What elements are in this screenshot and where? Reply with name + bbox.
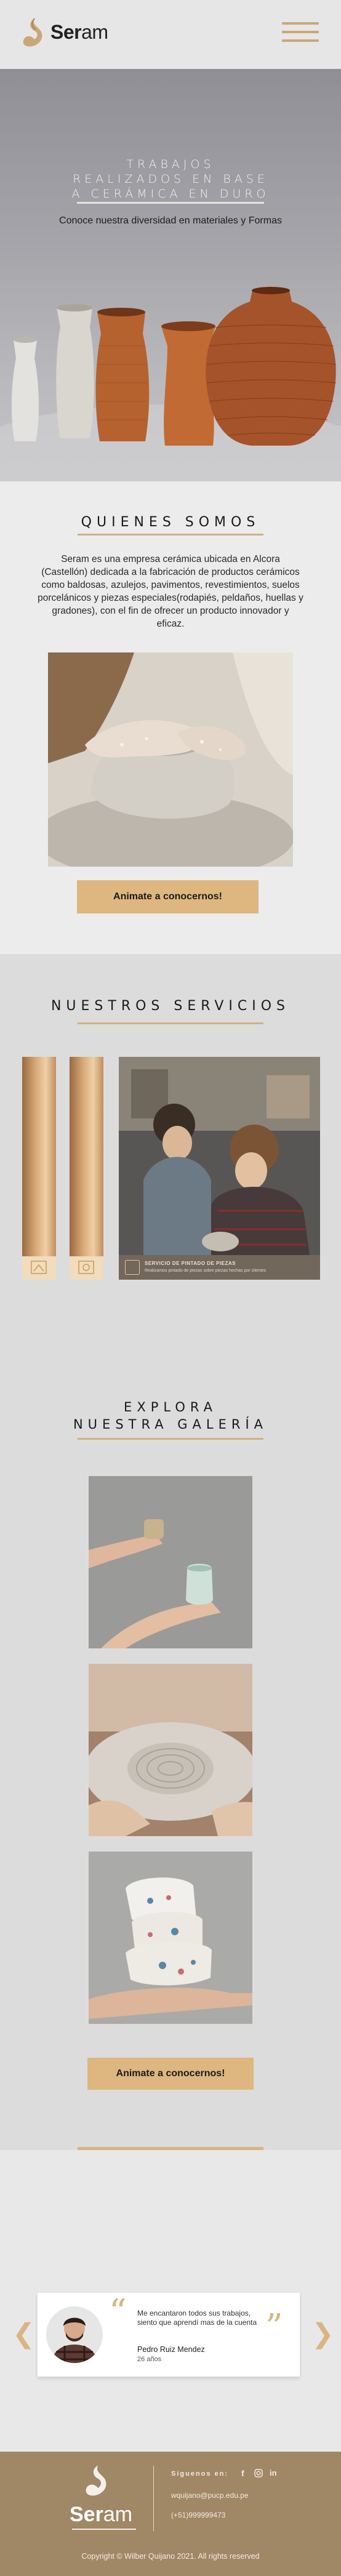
testimonial-card: “ ” Me encantaron todos sus trabajos, si… [38, 2293, 300, 2377]
testimonial-name: Pedro Ruiz Mendez [137, 2345, 205, 2354]
footer-follow-label: Siguenos en: [171, 2470, 229, 2478]
footer-email[interactable]: wquijano@pucp.edu.pe [171, 2491, 249, 2500]
service-card-expanded[interactable]: SERVICIO DE PINTADO DE PIEZAS Realizamos… [119, 1057, 320, 1280]
gallery-cta-button[interactable]: Animate a conocernos! [87, 2058, 254, 2090]
gallery-title: EXPLORA NUESTRA GALERÍA [73, 1400, 268, 1432]
service-card-text: Realizamos pintado de piezas sobre pieza… [145, 1269, 267, 1273]
service-card-collapsed[interactable] [22, 1057, 56, 1256]
services-title: NUESTROS SERVICIOS [50, 998, 291, 1014]
hero-subtitle: Conoce nuestra diversidad en materiales … [59, 215, 282, 226]
vases-illustration [0, 287, 341, 481]
service-card-collapsed[interactable] [70, 1057, 103, 1256]
instagram-icon[interactable] [254, 2469, 263, 2478]
gallery-image[interactable] [89, 1664, 252, 1836]
avatar [46, 2306, 103, 2363]
chevron-left-icon[interactable]: ❮ [12, 2321, 35, 2348]
service-card-collapsed-footer[interactable] [70, 1256, 103, 1280]
service-card-icon [78, 1261, 94, 1274]
brand-name[interactable]: Seram [50, 21, 108, 44]
about-cta-button[interactable]: Animate a conocernos! [77, 880, 259, 913]
paint-icon [125, 1260, 140, 1275]
hero-banner [0, 69, 341, 481]
linkedin-icon[interactable]: in [270, 2468, 277, 2478]
service-card-icon [31, 1261, 47, 1274]
about-title: QUIENES SOMOS [81, 515, 260, 530]
footer-logo-icon[interactable] [81, 2463, 112, 2497]
footer-copyright: Copyright © Wilber Quijano 2021. All rig… [81, 2552, 260, 2561]
service-card-footer: SERVICIO DE PINTADO DE PIEZAS Realizamos… [119, 1255, 320, 1280]
service-card-collapsed-footer[interactable] [22, 1256, 56, 1280]
service-card-title: SERVICIO DE PINTADO DE PIEZAS [145, 1261, 236, 1266]
footer-divider [153, 2466, 154, 2531]
about-divider [78, 534, 263, 536]
quote-open-icon: “ [109, 2292, 127, 2332]
quote-close-icon: ” [265, 2307, 283, 2347]
gallery-image[interactable] [89, 1852, 252, 2024]
gallery-image[interactable] [89, 1476, 252, 1648]
testimonial-age: 26 años [137, 2356, 162, 2363]
footer-phone[interactable]: (+51)999999473 [171, 2511, 225, 2519]
footer-brand-underline [72, 2529, 136, 2530]
hero-title: TRABAJOS REALIZADOS EN BASE A CERÁMICA E… [71, 158, 270, 201]
about-text: Seram es una empresa cerámica ubicada en… [38, 554, 303, 629]
testimonial-quote: Me encantaron todos sus trabajos, siento… [137, 2309, 257, 2327]
pottery-hands-image [48, 652, 293, 867]
chevron-right-icon[interactable]: ❯ [311, 2321, 334, 2348]
facebook-icon[interactable]: f [241, 2468, 244, 2478]
services-divider [78, 1022, 263, 1024]
gallery-divider [78, 1438, 263, 1440]
hero-divider [77, 202, 264, 204]
footer-brand[interactable]: Seram [70, 2503, 132, 2527]
logo-icon[interactable] [20, 16, 47, 48]
hamburger-icon[interactable] [282, 22, 319, 47]
